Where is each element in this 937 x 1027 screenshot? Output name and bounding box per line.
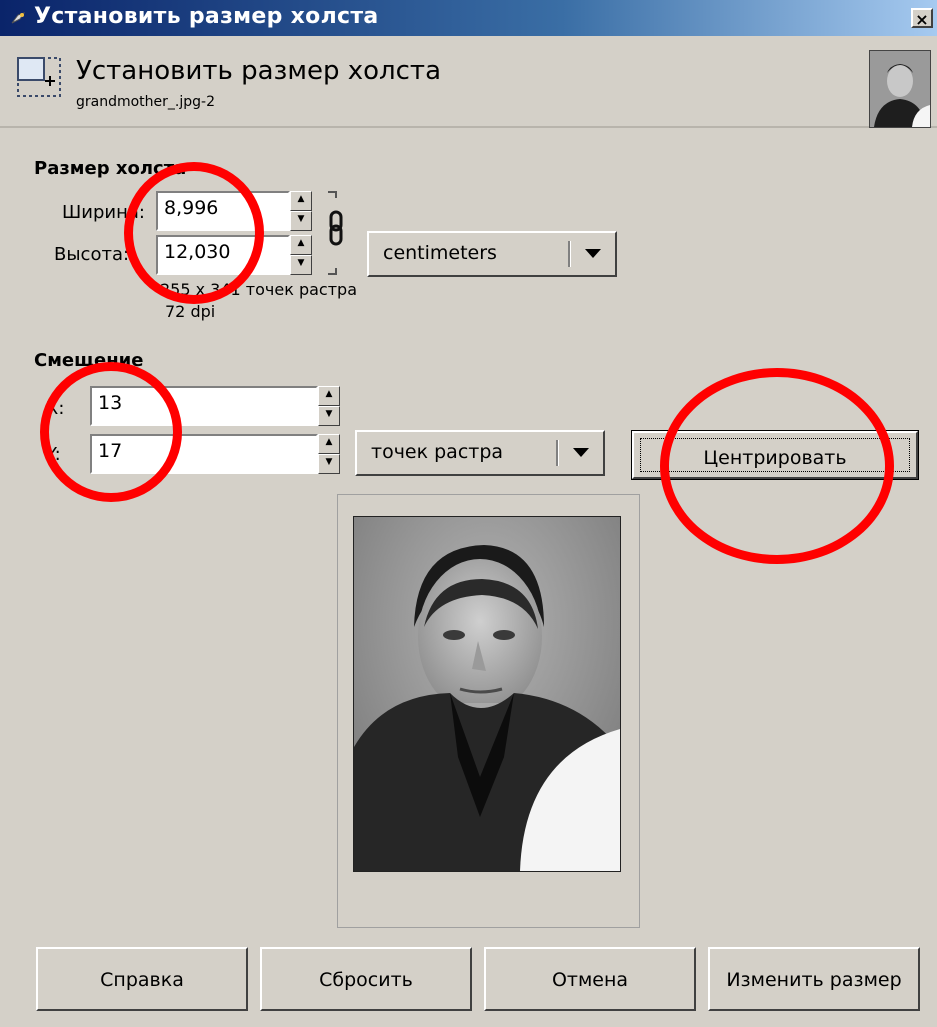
image-name: grandmother_.jpg-2 bbox=[76, 94, 215, 110]
width-spinner[interactable]: ▲ ▼ bbox=[290, 191, 312, 231]
offset-unit-select[interactable]: точек растра bbox=[355, 430, 605, 476]
offset-unit-value: точек растра bbox=[371, 441, 504, 463]
portrait-thumbnail-icon bbox=[870, 51, 930, 127]
spin-up-icon[interactable]: ▲ bbox=[290, 191, 312, 211]
window-titlebar[interactable]: Установить размер холста × bbox=[0, 0, 937, 36]
spin-down-icon[interactable]: ▼ bbox=[318, 454, 340, 474]
dialog-title: Установить размер холста bbox=[76, 56, 442, 86]
help-button[interactable]: Справка bbox=[36, 947, 248, 1011]
height-input[interactable]: 12,030 bbox=[156, 235, 290, 275]
chain-link-icon[interactable] bbox=[322, 188, 352, 278]
resize-button[interactable]: Изменить размер bbox=[708, 947, 920, 1011]
gimp-wilber-icon bbox=[11, 12, 26, 24]
dialog-header: Установить размер холста grandmother_.jp… bbox=[0, 36, 937, 128]
offset-x-spinner[interactable]: ▲ ▼ bbox=[318, 386, 340, 426]
dropdown-arrow-icon bbox=[585, 249, 601, 258]
width-label: Ширина: bbox=[62, 202, 145, 223]
annotation-circle-offset bbox=[40, 362, 182, 502]
canvas-size-section-title: Размер холста bbox=[34, 158, 187, 179]
canvas-unit-value: centimeters bbox=[383, 242, 497, 264]
spin-up-icon[interactable]: ▲ bbox=[318, 386, 340, 406]
pixel-size-info: 255 x 341 точек растра bbox=[160, 280, 357, 299]
offset-y-input[interactable]: 17 bbox=[90, 434, 318, 474]
portrait-image-icon bbox=[354, 517, 620, 871]
width-input[interactable]: 8,996 bbox=[156, 191, 290, 231]
offset-section-title: Смещение bbox=[34, 350, 144, 371]
help-button-label: Справка bbox=[100, 969, 184, 991]
spin-up-icon[interactable]: ▲ bbox=[318, 434, 340, 454]
canvas-unit-select[interactable]: centimeters bbox=[367, 231, 617, 277]
offset-x-input[interactable]: 13 bbox=[90, 386, 318, 426]
cancel-button[interactable]: Отмена bbox=[484, 947, 696, 1011]
reset-button-label: Сбросить bbox=[319, 969, 413, 991]
close-button[interactable]: × bbox=[911, 8, 933, 29]
center-button-label: Центрировать bbox=[703, 447, 847, 469]
reset-button[interactable]: Сбросить bbox=[260, 947, 472, 1011]
spin-up-icon[interactable]: ▲ bbox=[290, 235, 312, 255]
spin-down-icon[interactable]: ▼ bbox=[318, 406, 340, 426]
canvas-preview-image[interactable] bbox=[353, 516, 621, 872]
spin-down-icon[interactable]: ▼ bbox=[290, 255, 312, 275]
spin-down-icon[interactable]: ▼ bbox=[290, 211, 312, 231]
center-button[interactable]: Центрировать bbox=[631, 430, 919, 480]
window-title: Установить размер холста bbox=[34, 4, 379, 29]
resolution-info: 72 dpi bbox=[165, 302, 216, 321]
height-label: Высота: bbox=[54, 244, 130, 265]
dropdown-arrow-icon bbox=[573, 448, 589, 457]
image-thumbnail bbox=[869, 50, 931, 128]
offset-x-label: X: bbox=[46, 398, 65, 419]
offset-y-spinner[interactable]: ▲ ▼ bbox=[318, 434, 340, 474]
height-spinner[interactable]: ▲ ▼ bbox=[290, 235, 312, 275]
offset-y-label: Y: bbox=[46, 444, 61, 465]
cancel-button-label: Отмена bbox=[551, 969, 629, 991]
canvas-size-icon bbox=[17, 57, 61, 97]
resize-button-label: Изменить размер bbox=[726, 969, 902, 991]
